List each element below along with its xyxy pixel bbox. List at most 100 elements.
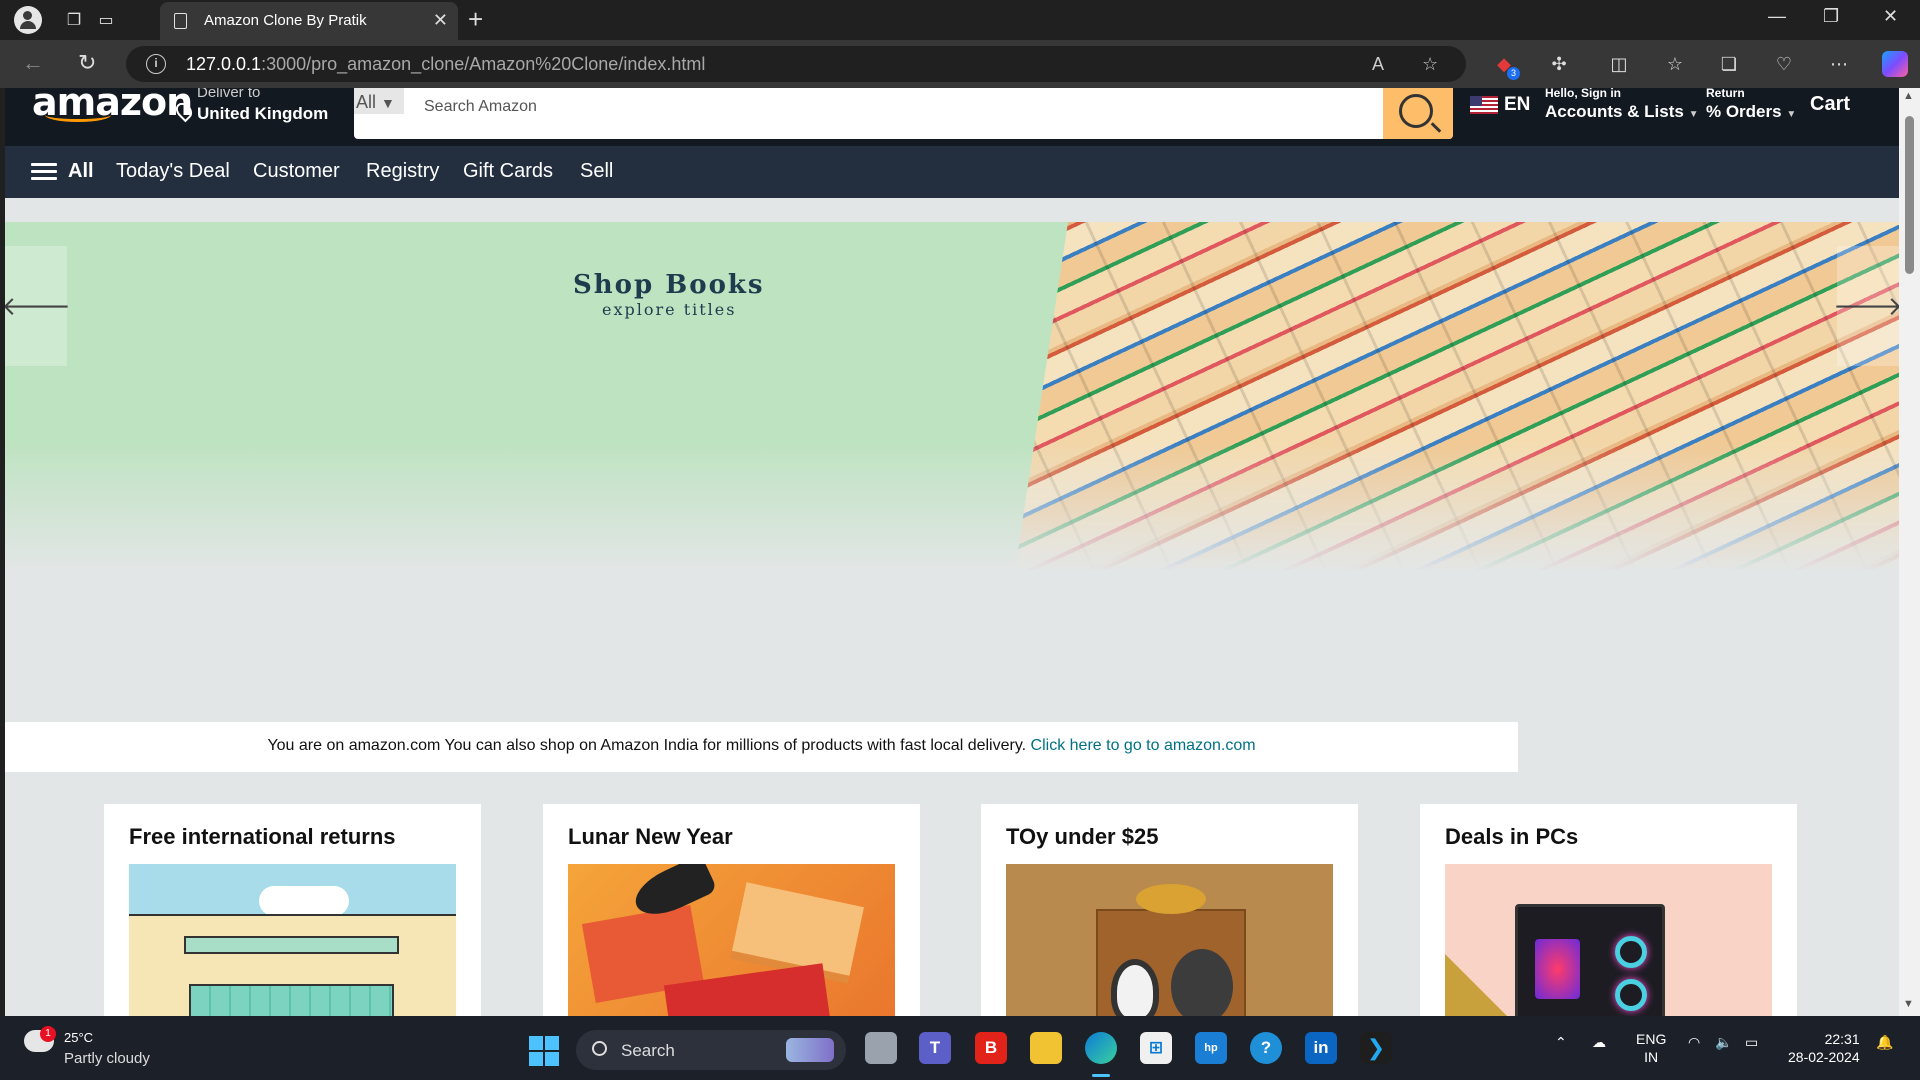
hero-banner: Shop Books explore titles 🡐 🡒 bbox=[5, 222, 1899, 570]
search-category-select[interactable]: All ▼ bbox=[354, 88, 404, 114]
wifi-icon[interactable]: ◠ bbox=[1688, 1034, 1700, 1051]
more-options-icon[interactable]: ⋯ bbox=[1826, 51, 1852, 77]
amazon-com-link[interactable]: Click here to go to amazon.com bbox=[1031, 737, 1256, 754]
card-title: Free international returns bbox=[129, 824, 396, 849]
search-highlight-icon bbox=[786, 1038, 834, 1062]
url-host: 127.0.0.1 bbox=[186, 54, 262, 74]
search-input[interactable] bbox=[424, 98, 1324, 116]
scroll-down-icon[interactable]: ▼ bbox=[1903, 998, 1914, 1010]
page-scrollbar[interactable]: ▲ ▼ bbox=[1899, 88, 1920, 1016]
card-lunar-new-year[interactable]: Lunar New Year bbox=[543, 804, 920, 1016]
search-category-label: All bbox=[356, 92, 377, 112]
carousel-prev-button[interactable]: 🡐 bbox=[5, 246, 71, 366]
brave-icon[interactable]: B bbox=[975, 1032, 1007, 1064]
close-tab-icon[interactable]: ✕ bbox=[433, 10, 448, 31]
cart-link[interactable]: Cart bbox=[1810, 93, 1850, 116]
card-image-store[interactable] bbox=[129, 864, 456, 1016]
address-bar-row: ← ↻ i 127.0.0.1:3000/pro_amazon_clone/Am… bbox=[0, 40, 1920, 88]
site-info-icon[interactable]: i bbox=[146, 54, 166, 74]
back-icon[interactable]: ← bbox=[22, 50, 44, 76]
file-explorer-icon[interactable] bbox=[1030, 1032, 1062, 1064]
linkedin-icon[interactable]: in bbox=[1305, 1032, 1337, 1064]
scroll-thumb[interactable] bbox=[1905, 116, 1914, 274]
language-selector[interactable]: EN bbox=[1470, 94, 1530, 116]
card-title: Lunar New Year bbox=[568, 824, 733, 849]
myhp-icon[interactable]: hp bbox=[1195, 1032, 1227, 1064]
extensions-puzzle-icon[interactable]: ✣ bbox=[1546, 51, 1572, 77]
subnav-all[interactable]: All bbox=[68, 160, 94, 183]
new-tab-icon[interactable]: + bbox=[468, 4, 483, 35]
search-icon bbox=[592, 1041, 607, 1056]
card-image-gifts[interactable] bbox=[568, 864, 895, 1016]
vertical-tabs-icon[interactable]: ▭ bbox=[94, 8, 118, 32]
windows-taskbar: 1 25°C Partly cloudy Search T B ⊞ hp ? i… bbox=[0, 1016, 1920, 1080]
taskbar-search[interactable]: Search bbox=[576, 1030, 846, 1070]
favorite-star-icon[interactable]: ☆ bbox=[1422, 54, 1438, 75]
page-icon bbox=[174, 13, 187, 29]
help-icon[interactable]: ? bbox=[1250, 1032, 1282, 1064]
battery-icon[interactable]: ▭ bbox=[1745, 1034, 1758, 1051]
card-image-pc[interactable] bbox=[1445, 864, 1772, 1016]
onedrive-icon[interactable]: ☁ bbox=[1592, 1034, 1606, 1051]
banner-subtitle: explore titles bbox=[602, 300, 737, 319]
returns-label: Return bbox=[1706, 88, 1745, 100]
copilot-icon[interactable] bbox=[1882, 51, 1908, 77]
account-greeting: Hello, Sign in bbox=[1545, 88, 1622, 100]
edge-active-indicator bbox=[1092, 1074, 1110, 1077]
hamburger-menu-icon[interactable] bbox=[31, 163, 57, 181]
split-screen-icon[interactable]: ◫ bbox=[1606, 51, 1632, 77]
account-label: Accounts & Lists bbox=[1545, 102, 1684, 121]
read-aloud-icon[interactable]: A bbox=[1372, 54, 1384, 75]
subnav-registry[interactable]: Registry bbox=[366, 160, 439, 183]
weather-temp[interactable]: 25°C bbox=[64, 1030, 93, 1045]
system-clock[interactable]: 22:31 28-02-2024 bbox=[1788, 1030, 1860, 1066]
profile-icon[interactable] bbox=[14, 6, 42, 34]
card-toys-under-25[interactable]: TOy under $25 bbox=[981, 804, 1358, 1016]
address-field[interactable]: i 127.0.0.1:3000/pro_amazon_clone/Amazon… bbox=[126, 46, 1466, 82]
deliver-label: Deliver to bbox=[197, 88, 261, 101]
amazon-subnav: All Today's Deal Customer Registry Gift … bbox=[5, 146, 1899, 198]
extension-icon[interactable]: ◆ 3 bbox=[1491, 51, 1520, 80]
logo-smile bbox=[45, 108, 111, 122]
notifications-bell-icon[interactable]: 🔔 bbox=[1876, 1034, 1893, 1051]
carousel-next-button[interactable]: 🡒 bbox=[1833, 246, 1899, 366]
microsoft-store-icon[interactable]: ⊞ bbox=[1140, 1032, 1172, 1064]
input-language[interactable]: ENG IN bbox=[1636, 1030, 1666, 1066]
teams-icon[interactable]: T bbox=[919, 1032, 951, 1064]
edge-icon[interactable] bbox=[1085, 1032, 1117, 1064]
windows-start-icon[interactable] bbox=[529, 1036, 559, 1066]
vscode-icon[interactable]: ❯ bbox=[1360, 1032, 1392, 1064]
scroll-up-icon[interactable]: ▲ bbox=[1903, 90, 1914, 102]
search-icon-handle bbox=[1430, 122, 1442, 133]
subnav-customer[interactable]: Customer bbox=[253, 160, 340, 183]
favorites-icon[interactable]: ☆ bbox=[1662, 51, 1688, 77]
taskbar-search-label: Search bbox=[621, 1041, 675, 1060]
browser-essentials-icon[interactable]: ♡ bbox=[1771, 51, 1797, 77]
task-view-icon[interactable] bbox=[865, 1032, 897, 1064]
tab-title: Amazon Clone By Pratik bbox=[204, 12, 367, 29]
collections-icon[interactable]: ❏ bbox=[1716, 51, 1742, 77]
extension-badge: 3 bbox=[1507, 67, 1520, 80]
url-path: :3000/pro_amazon_clone/Amazon%20Clone/in… bbox=[261, 54, 706, 74]
card-image-toys[interactable] bbox=[1006, 864, 1333, 1016]
refresh-icon[interactable]: ↻ bbox=[78, 50, 96, 76]
weather-desc[interactable]: Partly cloudy bbox=[64, 1050, 150, 1067]
subnav-sell[interactable]: Sell bbox=[580, 160, 613, 183]
restore-icon[interactable]: ❐ bbox=[1823, 6, 1839, 27]
card-free-returns[interactable]: Free international returns bbox=[104, 804, 481, 1016]
workspaces-icon[interactable]: ❐ bbox=[62, 8, 86, 32]
account-menu[interactable]: Hello, Sign in Accounts & Lists ▼ bbox=[1545, 88, 1699, 122]
search-icon bbox=[1399, 94, 1433, 128]
subnav-gift-cards[interactable]: Gift Cards bbox=[463, 160, 553, 183]
clock-date: 28-02-2024 bbox=[1788, 1049, 1860, 1065]
card-deals-in-pcs[interactable]: Deals in PCs bbox=[1420, 804, 1797, 1016]
show-hidden-icons[interactable]: ⌃ bbox=[1555, 1034, 1567, 1051]
subnav-todays-deal[interactable]: Today's Deal bbox=[116, 160, 230, 183]
tab-amazon-clone[interactable]: Amazon Clone By Pratik ✕ bbox=[160, 2, 458, 40]
close-window-icon[interactable]: ✕ bbox=[1883, 6, 1898, 27]
volume-icon[interactable]: 🔈 bbox=[1715, 1034, 1732, 1051]
minimize-icon[interactable]: — bbox=[1768, 6, 1786, 27]
returns-orders[interactable]: Return % Orders ▼ bbox=[1706, 88, 1796, 122]
search-button[interactable] bbox=[1383, 88, 1453, 139]
us-flag-icon bbox=[1470, 96, 1498, 114]
